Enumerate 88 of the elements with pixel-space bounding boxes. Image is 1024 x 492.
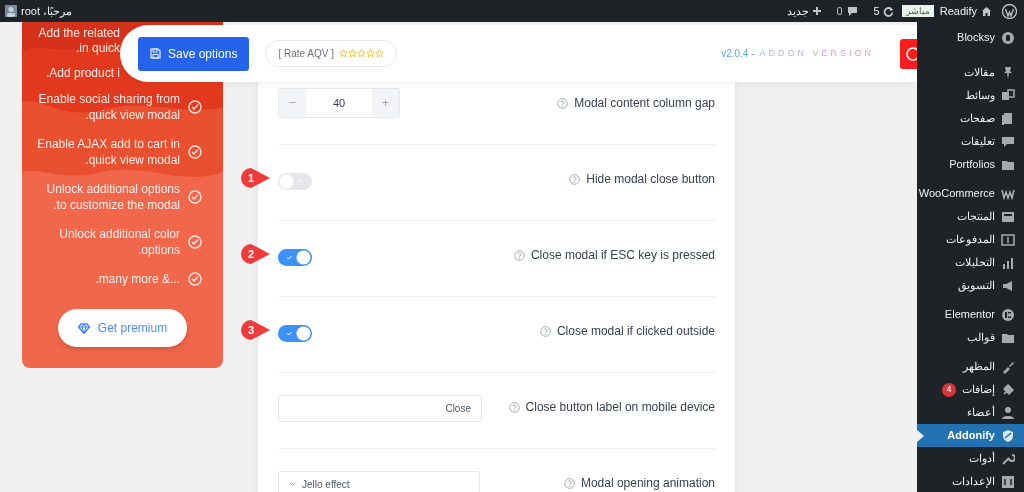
pages-icon <box>1001 111 1015 126</box>
feature-text: .Add product i <box>44 66 120 81</box>
brush-icon <box>1001 359 1015 374</box>
toggle-switch[interactable] <box>278 173 312 190</box>
sidebar-item[interactable]: صفحات <box>917 107 1024 130</box>
sidebar-item[interactable]: المظهر <box>917 355 1024 378</box>
feature-text: Add the related <box>37 26 120 41</box>
shield-icon <box>1001 428 1015 443</box>
plus-icon <box>812 6 823 16</box>
sidebar-item[interactable]: المدفوعات <box>917 228 1024 251</box>
sidebar-item[interactable]: التحليلات <box>917 251 1024 274</box>
feature-text: .in quick <box>74 41 120 56</box>
dollar-icon <box>1001 232 1015 247</box>
feature-text: ...& many more. <box>94 271 180 287</box>
header-action-button[interactable] <box>900 38 917 69</box>
product-icon <box>1001 209 1015 224</box>
sidebar-item[interactable]: Elementor <box>917 303 1024 326</box>
sidebar-item[interactable]: Portfolios <box>917 153 1024 176</box>
setting-label: Close button label on mobile device <box>525 399 715 416</box>
comment-icon <box>846 5 858 17</box>
blocksy-icon <box>1001 30 1015 45</box>
callout-number: 2 <box>246 246 256 262</box>
wordpress-logo-icon[interactable] <box>1002 3 1017 19</box>
comment-count: 0 <box>836 3 843 19</box>
help-icon <box>557 97 569 109</box>
sidebar-item[interactable]: وسائط <box>917 84 1024 107</box>
feature-text: Unlock additional options to customize the modal. <box>45 181 180 213</box>
sidebar-item[interactable]: الإعدادات <box>917 470 1024 492</box>
help-icon <box>513 249 525 261</box>
version-text: v2.0.4 - <box>721 47 755 61</box>
callout-number: 3 <box>246 322 256 338</box>
check-circle-icon <box>188 100 202 114</box>
text-field[interactable]: Close <box>278 395 482 422</box>
megaphone-icon <box>1001 278 1015 293</box>
sidebar-item[interactable]: التسويق <box>917 274 1024 297</box>
sidebar-item[interactable]: تعليقات <box>917 130 1024 153</box>
toggle-switch[interactable] <box>278 249 312 266</box>
dropdown[interactable]: Jello effect <box>278 471 480 492</box>
sidebar-item[interactable]: قوالب <box>917 326 1024 349</box>
user-icon <box>1001 405 1015 420</box>
greeting-link[interactable]: مرحبًا، root <box>21 2 73 20</box>
sidebar-item[interactable]: المنتجات <box>917 205 1024 228</box>
new-link[interactable]: جديد <box>787 2 810 20</box>
chevron-down-icon <box>289 482 296 487</box>
refresh-icon <box>882 5 894 17</box>
home-icon <box>981 5 992 17</box>
setting-label: Hide modal close button <box>586 171 715 188</box>
plug-icon <box>1001 382 1015 397</box>
wrench-icon <box>1001 451 1015 466</box>
settings-icon <box>1001 474 1015 489</box>
live-badge: مباشر <box>901 5 934 17</box>
sidebar-item[interactable]: مقالات <box>917 61 1024 84</box>
setting-label: Modal opening animation <box>580 475 715 492</box>
rate-text: [ Rate AQV ] <box>278 47 334 61</box>
toggle-switch[interactable] <box>278 325 312 342</box>
feature-text: Unlock additional color options. <box>58 226 180 258</box>
comment-icon <box>1001 134 1015 149</box>
save-button[interactable]: Save options <box>138 36 250 71</box>
feature-text: Enable social sharing from quick view modal. <box>37 91 180 123</box>
feature-text: Enable AJAX add to cart in quick view modal. <box>36 136 180 168</box>
check-circle-icon <box>188 272 202 286</box>
media-icon <box>1001 88 1015 103</box>
update-count: 5 <box>873 3 880 19</box>
check-circle-icon <box>188 190 202 204</box>
help-icon <box>563 477 575 489</box>
sidebar-item[interactable]: WooCommerce <box>917 182 1024 205</box>
current-pointer <box>917 430 924 442</box>
sidebar-item[interactable]: أدوات <box>917 447 1024 470</box>
site-link[interactable]: Readify <box>939 2 977 20</box>
outline-stars-icon <box>339 49 384 58</box>
help-icon <box>508 401 520 413</box>
diamond-icon <box>77 322 90 334</box>
help-icon <box>569 173 581 185</box>
count-badge: 4 <box>942 382 956 397</box>
setting-label: Modal content column gap <box>574 95 715 112</box>
check-circle-icon <box>188 145 202 159</box>
elementor-icon <box>1001 307 1015 322</box>
sidebar-item[interactable]: أعضاء <box>917 401 1024 424</box>
sidebar-item[interactable]: Blocksy <box>917 26 1024 49</box>
check-circle-icon <box>188 235 202 249</box>
bar-chart-icon <box>1001 255 1015 270</box>
help-icon <box>539 325 551 337</box>
sidebar-item[interactable]: Addonify <box>917 424 1024 447</box>
setting-label: Close modal if clicked outside <box>556 323 715 340</box>
callout-number: 1 <box>246 170 256 186</box>
avatar-icon[interactable] <box>5 5 17 17</box>
save-icon <box>150 48 161 59</box>
setting-label: Close modal if ESC key is pressed <box>530 247 715 264</box>
